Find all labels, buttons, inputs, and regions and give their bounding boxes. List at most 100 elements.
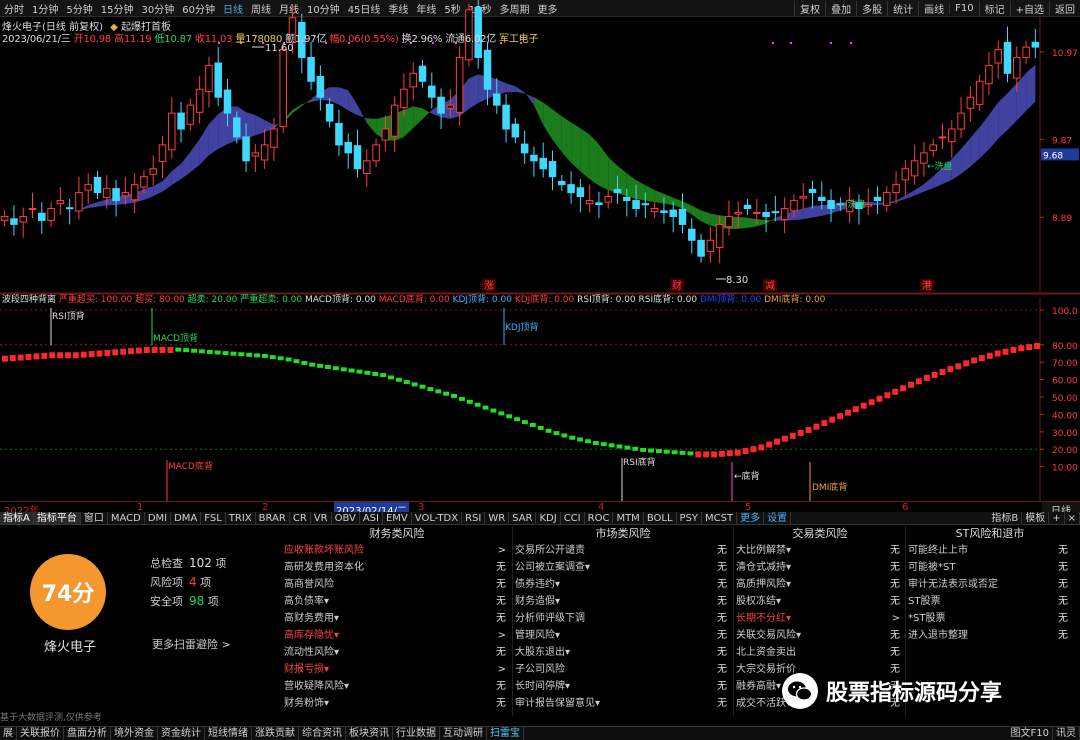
indicator-tab-20[interactable]: ROC: [585, 512, 614, 524]
bottom-tab-7[interactable]: 综合资讯: [299, 727, 346, 740]
indicator-tab-8[interactable]: BRAR: [256, 512, 290, 524]
more-scan-link[interactable]: 更多扫雷避险 >: [152, 636, 231, 652]
indicator-tab-4[interactable]: DMI: [145, 512, 172, 524]
risk-row[interactable]: 关联交易风险▾ 无: [736, 627, 904, 644]
bottom-tab-1[interactable]: 关联报价: [17, 727, 64, 740]
risk-row[interactable]: 审计无法表示或否定 无: [908, 576, 1072, 593]
risk-row[interactable]: 子公司风险 无: [515, 661, 731, 678]
bottom-tab-0[interactable]: 展: [0, 727, 17, 740]
sector-tag[interactable]: 军工电子: [499, 34, 538, 45]
bottom-tab-6[interactable]: 涨跌贡献: [252, 727, 299, 740]
risk-row[interactable]: 股权冻结▾ 无: [736, 593, 904, 610]
risk-item-status: 无: [1058, 596, 1068, 607]
bottom-tab-2[interactable]: 盘面分析: [64, 727, 111, 740]
osc-segment: [104, 349, 111, 356]
indicator-tab-24[interactable]: MCST: [702, 512, 738, 524]
event-tag[interactable]: 减: [765, 280, 775, 292]
risk-row[interactable]: 高研发费用资本化 无: [284, 559, 510, 576]
indicator-right-tab-2[interactable]: +: [1049, 512, 1065, 524]
risk-row[interactable]: 进入退市整理 无: [908, 627, 1072, 644]
risk-row[interactable]: 财务造假▾ 无: [515, 593, 731, 610]
risk-row[interactable]: 营收疑降风险▾ 无: [284, 678, 510, 695]
indicator-tab-2[interactable]: 窗口: [81, 512, 108, 524]
event-tag[interactable]: 财: [672, 279, 682, 292]
risk-item-summary: 风险项 4 项: [150, 574, 211, 590]
bottom-tab-9[interactable]: 行业数据: [393, 727, 440, 740]
watermark: 股票指标源码分享: [782, 670, 1072, 712]
candle-body: [409, 72, 417, 88]
risk-row[interactable]: 高财务费用▾ 无: [284, 610, 510, 627]
candle-body: [56, 200, 65, 205]
risk-row[interactable]: 审计报告保留意见▾ 无: [515, 695, 731, 712]
risk-row[interactable]: 可能被*ST 无: [908, 559, 1072, 576]
indicator-right-tab-1[interactable]: 模板: [1022, 512, 1050, 524]
risk-row[interactable]: 财报亏损▾ >: [284, 661, 510, 678]
indicator-tab-0[interactable]: 指标A: [0, 512, 34, 524]
indicator-tab-10[interactable]: VR: [311, 512, 332, 524]
event-tag[interactable]: 涨: [484, 280, 494, 292]
indicator-tab-11[interactable]: OBV: [332, 512, 360, 524]
risk-row[interactable]: 高质押风险▾ 无: [736, 576, 904, 593]
indicator-tab-17[interactable]: SAR: [509, 512, 537, 524]
indicator-tab-1[interactable]: 指标平台: [33, 512, 81, 524]
indicator-tab-16[interactable]: WR: [485, 512, 510, 524]
risk-row[interactable]: ST股票 无: [908, 593, 1072, 610]
candlestick-chart[interactable]: 11.608.30←洗盘←洗盘涨财减港10.979.878.899.68: [0, 0, 1080, 300]
risk-row[interactable]: 流动性风险▾ 无: [284, 644, 510, 661]
indicator-tab-22[interactable]: BOLL: [644, 512, 677, 524]
bottom-right-tab-0[interactable]: 图文F10: [1008, 727, 1053, 740]
indicator-tab-21[interactable]: MTM: [613, 512, 644, 524]
risk-row[interactable]: 高负债率▾ 无: [284, 593, 510, 610]
risk-item-name: 长时间停牌▾: [515, 681, 571, 692]
bottom-tab-5[interactable]: 短线情绪: [205, 727, 252, 740]
signal-dot: [790, 42, 792, 44]
candle-body: [539, 157, 547, 170]
bottom-tab-10[interactable]: 互动调研: [440, 727, 487, 740]
event-tag[interactable]: 港: [922, 280, 932, 292]
osc-segment: [726, 450, 733, 457]
bottom-tab-3[interactable]: 境外资金: [111, 727, 158, 740]
indicator-right-tab-3[interactable]: ×: [1065, 512, 1080, 524]
change-value: 0.06(0.55%): [339, 34, 399, 45]
risk-row[interactable]: 清仓式减持▾ 无: [736, 559, 904, 576]
bottom-tab-8[interactable]: 板块资讯: [346, 727, 393, 740]
indicator-tab-7[interactable]: TRIX: [226, 512, 256, 524]
risk-row[interactable]: 应收账款坏账风险 >: [284, 542, 510, 559]
risk-row[interactable]: 大股东退出▾ 无: [515, 644, 731, 661]
indicator-tab-25[interactable]: 更多: [737, 512, 765, 524]
risk-row[interactable]: 分析师评级下调 无: [515, 610, 731, 627]
indicator-tab-26[interactable]: 设置: [764, 512, 792, 524]
risk-row[interactable]: 财务粉饰▾ 无: [284, 695, 510, 712]
risk-row[interactable]: 债券违约▾ 无: [515, 576, 731, 593]
risk-row[interactable]: 交易所公开谴责 无: [515, 542, 731, 559]
indicator-tab-12[interactable]: ASI: [360, 512, 383, 524]
risk-row[interactable]: 公司被立案调查▾ 无: [515, 559, 731, 576]
risk-row[interactable]: 可能终止上市 无: [908, 542, 1072, 559]
indicator-tab-6[interactable]: FSL: [201, 512, 226, 524]
candle-body: [511, 123, 520, 138]
risk-row[interactable]: 高库存隐忧▾ >: [284, 627, 510, 644]
risk-item-name: 高财务费用▾: [284, 613, 340, 624]
risk-row[interactable]: 高商誉风险 无: [284, 576, 510, 593]
rsi-top-label: RSI顶背: [52, 310, 85, 322]
risk-row[interactable]: 北上资金卖出 无: [736, 644, 904, 661]
risk-row[interactable]: 长期不分红▾ >: [736, 610, 904, 627]
indicator-right-tab-0[interactable]: 指标B: [988, 512, 1023, 524]
indicator-tab-3[interactable]: MACD: [108, 512, 145, 524]
indicator-tab-5[interactable]: DMA: [171, 512, 202, 524]
indicator-tab-9[interactable]: CR: [290, 512, 311, 524]
indicator-tab-13[interactable]: EMV: [383, 512, 412, 524]
risk-row[interactable]: 长时间停牌▾ 无: [515, 678, 731, 695]
risk-row[interactable]: 管理风险▾ 无: [515, 627, 731, 644]
indicator-tab-15[interactable]: RSI: [462, 512, 486, 524]
bottom-tab-4[interactable]: 资金统计: [158, 727, 205, 740]
indicator-tab-18[interactable]: KDJ: [536, 512, 561, 524]
bottom-right-tab-1[interactable]: 讯灵: [1053, 727, 1080, 740]
risk-row[interactable]: 大比例解禁▾ 无: [736, 542, 904, 559]
indicator-tab-23[interactable]: PSY: [677, 512, 703, 524]
candle-body: [455, 56, 464, 113]
indicator-tab-19[interactable]: CCI: [561, 512, 585, 524]
indicator-tab-14[interactable]: VOL-TDX: [412, 512, 463, 524]
risk-row[interactable]: *ST股票 无: [908, 610, 1072, 627]
bottom-tab-11[interactable]: 扫雷宝: [487, 727, 524, 740]
